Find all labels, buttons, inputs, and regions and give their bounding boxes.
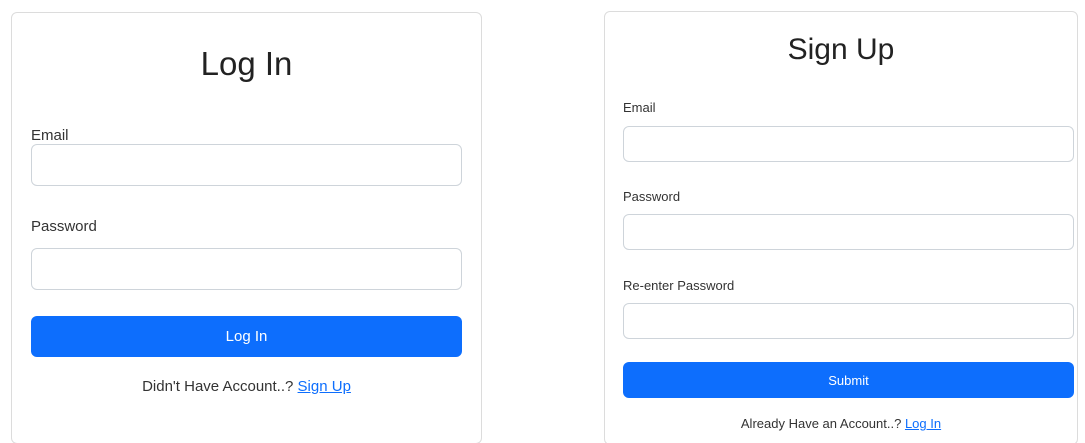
signup-email-label: Email	[623, 100, 656, 115]
login-title: Log In	[200, 45, 293, 82]
signup-title: Sign Up	[787, 33, 895, 66]
login-email-label: Email	[31, 127, 69, 144]
login-link[interactable]: Log In	[905, 416, 941, 431]
signup-password-input[interactable]	[623, 214, 1074, 250]
signup-password-label: Password	[623, 189, 681, 204]
login-button[interactable]: Log In	[31, 316, 462, 357]
signup-card: Sign Up Email Password Re-enter Password…	[604, 11, 1078, 443]
login-footer: Didn't Have Account..? Sign Up	[12, 378, 481, 395]
signup-reenter-label: Re-enter Password	[623, 278, 735, 293]
signup-footer: Already Have an Account..? Log In	[605, 416, 1077, 431]
signup-link[interactable]: Sign Up	[298, 378, 351, 395]
login-email-input[interactable]	[31, 144, 462, 186]
login-password-label: Password	[31, 218, 97, 235]
page: Log In Email Password Log In Didn't Have…	[0, 0, 1085, 443]
login-password-input[interactable]	[31, 248, 462, 290]
signup-reenter-input[interactable]	[623, 303, 1074, 339]
submit-button[interactable]: Submit	[623, 362, 1074, 398]
login-footer-text: Didn't Have Account..?	[142, 378, 294, 395]
signup-footer-text: Already Have an Account..?	[740, 416, 902, 431]
login-card: Log In Email Password Log In Didn't Have…	[11, 12, 482, 443]
signup-email-input[interactable]	[623, 126, 1074, 162]
